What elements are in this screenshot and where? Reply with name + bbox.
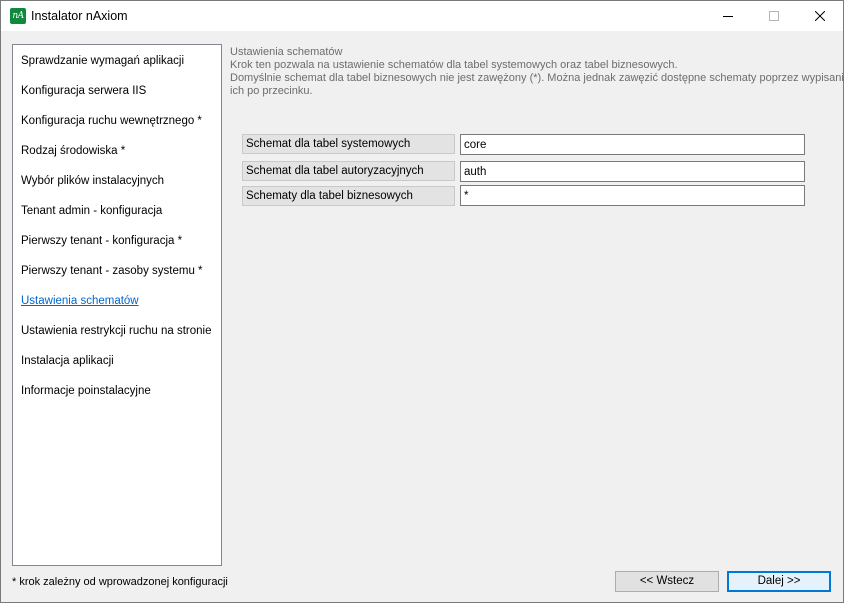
business-schema-input[interactable]: [460, 185, 805, 206]
sidebar-item-requirements[interactable]: Sprawdzanie wymagań aplikacji: [21, 55, 184, 67]
close-button[interactable]: [797, 1, 843, 31]
sidebar-item-post-install[interactable]: Informacje poinstalacyjne: [21, 385, 151, 397]
system-schema-input[interactable]: [460, 134, 805, 155]
auth-schema-input[interactable]: [460, 161, 805, 182]
close-icon: [815, 11, 825, 21]
sidebar-item-traffic-restrictions[interactable]: Ustawienia restrykcji ruchu na stronie: [21, 325, 211, 337]
window-title: Instalator nAxiom: [31, 9, 128, 23]
sidebar-item-environment[interactable]: Rodzaj środowiska *: [21, 145, 125, 157]
sidebar-item-schemas[interactable]: Ustawienia schematów: [21, 295, 139, 307]
auth-schema-label: Schemat dla tabel autoryzacyjnych: [242, 161, 455, 181]
installer-window: nA Instalator nAxiom Sprawdzanie wymagań…: [0, 0, 844, 603]
section-title: Ustawienia schematów: [230, 46, 343, 58]
description-line: Domyślnie schemat dla tabel biznesowych …: [230, 72, 844, 84]
sidebar-item-files[interactable]: Wybór plików instalacyjnych: [21, 175, 164, 187]
business-schema-label: Schematy dla tabel biznesowych: [242, 186, 455, 206]
sidebar-item-first-tenant-config[interactable]: Pierwszy tenant - konfiguracja *: [21, 235, 182, 247]
minimize-icon: [723, 16, 733, 17]
sidebar-item-first-tenant-resources[interactable]: Pierwszy tenant - zasoby systemu *: [21, 265, 203, 277]
next-button[interactable]: Dalej >>: [727, 571, 831, 592]
system-schema-label: Schemat dla tabel systemowych: [242, 134, 455, 154]
sidebar-item-internal-traffic[interactable]: Konfiguracja ruchu wewnętrznego *: [21, 115, 202, 127]
sidebar-item-install[interactable]: Instalacja aplikacji: [21, 355, 114, 367]
sidebar-item-tenant-admin[interactable]: Tenant admin - konfiguracja: [21, 205, 162, 217]
description-line: ich po przecinku.: [230, 85, 313, 97]
title-bar[interactable]: nA Instalator nAxiom: [1, 1, 843, 31]
maximize-button[interactable]: [751, 1, 797, 31]
steps-sidebar: Sprawdzanie wymagań aplikacji Konfigurac…: [12, 44, 222, 566]
description-line: Krok ten pozwala na ustawienie schematów…: [230, 59, 678, 71]
back-button[interactable]: << Wstecz: [615, 571, 719, 592]
footnote: * krok zależny od wprowadzonej konfigura…: [12, 576, 228, 588]
minimize-button[interactable]: [705, 1, 751, 31]
sidebar-item-iis[interactable]: Konfiguracja serwera IIS: [21, 85, 146, 97]
app-logo-icon: nA: [10, 8, 26, 24]
maximize-icon: [769, 11, 779, 21]
